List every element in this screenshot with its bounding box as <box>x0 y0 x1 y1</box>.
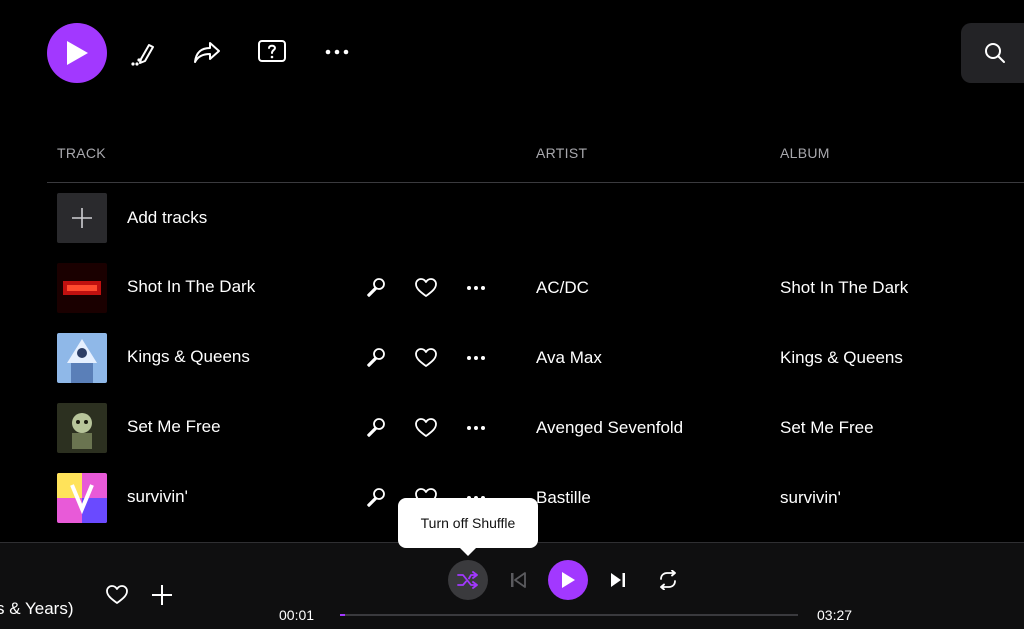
track-album[interactable]: survivin' <box>780 488 841 508</box>
column-header-track[interactable]: TRACK <box>57 145 106 161</box>
progress-bar[interactable] <box>340 614 798 616</box>
player-bar: s & Years) 00:01 03:27 <box>0 542 1024 629</box>
next-button[interactable] <box>606 568 630 592</box>
play-icon <box>67 41 88 65</box>
play-button[interactable] <box>548 560 588 600</box>
lyrics-button[interactable] <box>364 486 388 510</box>
lyrics-button[interactable] <box>364 276 388 300</box>
shuffle-tooltip: Turn off Shuffle <box>398 498 538 556</box>
play-playlist-button[interactable] <box>47 23 107 83</box>
more-options-button[interactable] <box>320 35 354 69</box>
heart-icon <box>415 348 437 367</box>
playlist-toolbar <box>0 0 1024 110</box>
help-icon <box>258 40 286 62</box>
track-row[interactable]: Kings & Queens Ava Max Kings & Queens <box>47 333 1024 383</box>
favorite-button[interactable] <box>414 276 438 300</box>
microphone-icon <box>367 488 385 507</box>
plus-icon <box>152 585 172 605</box>
add-tracks-tile <box>57 193 107 243</box>
shuffle-button[interactable] <box>448 560 488 600</box>
play-icon <box>562 572 575 588</box>
column-header-album[interactable]: ALBUM <box>780 145 830 161</box>
track-artist[interactable]: AC/DC <box>536 278 589 298</box>
add-to-playlist-button[interactable] <box>150 583 174 607</box>
track-album[interactable]: Kings & Queens <box>780 348 903 368</box>
track-album[interactable]: Shot In The Dark <box>780 278 908 298</box>
album-cover <box>57 263 107 313</box>
share-icon <box>194 42 220 63</box>
track-artist[interactable]: Ava Max <box>536 348 602 368</box>
lyrics-button[interactable] <box>364 346 388 370</box>
help-button[interactable] <box>255 35 289 69</box>
heart-icon <box>415 278 437 297</box>
microphone-icon <box>367 348 385 367</box>
add-tracks-button[interactable]: Add tracks <box>47 193 447 243</box>
heart-icon <box>106 585 128 604</box>
search-button[interactable] <box>961 23 1024 83</box>
track-title[interactable]: Kings & Queens <box>127 347 250 367</box>
repeat-button[interactable] <box>655 567 681 593</box>
more-icon <box>467 356 485 360</box>
album-cover <box>57 403 107 453</box>
skip-previous-icon <box>511 572 526 588</box>
track-artist[interactable]: Bastille <box>536 488 591 508</box>
microphone-icon <box>367 278 385 297</box>
track-title[interactable]: Shot In The Dark <box>127 277 255 297</box>
header-divider <box>47 182 1024 183</box>
add-tracks-label: Add tracks <box>127 208 208 227</box>
plus-icon <box>72 208 92 228</box>
more-icon <box>325 49 349 55</box>
heart-icon <box>415 418 437 437</box>
total-duration: 03:27 <box>817 607 853 623</box>
album-cover <box>57 473 107 523</box>
track-title[interactable]: survivin' <box>127 487 188 507</box>
share-button[interactable] <box>190 35 224 69</box>
more-icon <box>467 286 485 290</box>
now-playing-title[interactable]: s & Years) <box>0 599 74 619</box>
track-more-button[interactable] <box>464 346 488 370</box>
track-more-button[interactable] <box>464 416 488 440</box>
shuffle-icon <box>457 571 478 589</box>
progress-fill <box>340 614 346 616</box>
track-row[interactable]: Shot In The Dark AC/DC Shot In The Dark <box>47 263 1024 313</box>
pencil-icon <box>131 44 154 66</box>
elapsed-time: 00:01 <box>279 607 315 623</box>
favorite-button[interactable] <box>414 416 438 440</box>
track-album[interactable]: Set Me Free <box>780 418 874 438</box>
track-row[interactable]: Set Me Free Avenged Sevenfold Set Me Fre… <box>47 403 1024 453</box>
search-icon <box>985 43 1005 63</box>
favorite-button[interactable] <box>414 346 438 370</box>
previous-button[interactable] <box>506 568 530 592</box>
edit-button[interactable] <box>126 35 160 69</box>
lyrics-button[interactable] <box>364 416 388 440</box>
column-header-artist[interactable]: ARTIST <box>536 145 587 161</box>
skip-next-icon <box>611 573 625 587</box>
track-more-button[interactable] <box>464 276 488 300</box>
microphone-icon <box>367 418 385 437</box>
album-cover <box>57 333 107 383</box>
track-title[interactable]: Set Me Free <box>127 417 221 437</box>
more-icon <box>467 426 485 430</box>
repeat-icon <box>660 570 676 590</box>
favorite-current-button[interactable] <box>105 583 129 607</box>
track-artist[interactable]: Avenged Sevenfold <box>536 418 683 438</box>
